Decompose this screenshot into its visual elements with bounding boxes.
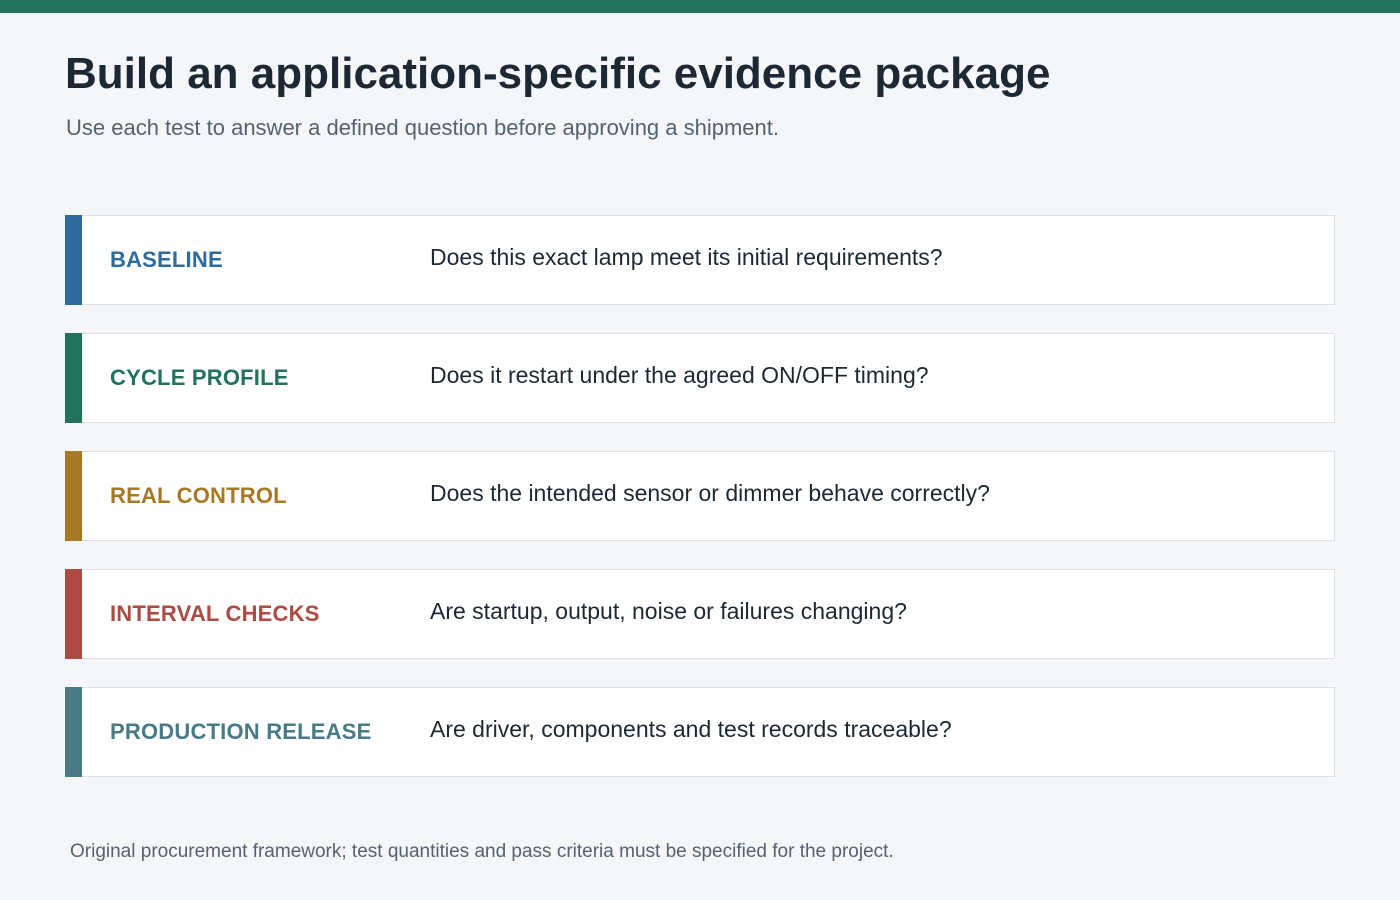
stage-card-baseline: BASELINE Does this exact lamp meet its i… [65, 215, 1335, 305]
stage-question: Are startup, output, noise or failures c… [430, 598, 907, 624]
stage-card-interval-checks: INTERVAL CHECKS Are startup, output, noi… [65, 569, 1335, 659]
stage-card-cycle-profile: CYCLE PROFILE Does it restart under the … [65, 333, 1335, 423]
stage-accent-bar [65, 451, 82, 541]
stage-question: Does the intended sensor or dimmer behav… [430, 480, 990, 506]
footnote: Original procurement framework; test qua… [70, 841, 894, 862]
page-title: Build an application-specific evidence p… [65, 49, 1051, 98]
stage-label: PRODUCTION RELEASE [110, 719, 372, 744]
stage-label: BASELINE [110, 247, 223, 272]
stage-label: INTERVAL CHECKS [110, 601, 320, 626]
page-subtitle: Use each test to answer a defined questi… [66, 115, 780, 140]
stage-accent-bar [65, 569, 82, 659]
stage-accent-bar [65, 215, 82, 305]
top-accent-bar [0, 0, 1400, 13]
stage-question: Does this exact lamp meet its initial re… [430, 244, 943, 270]
stage-question: Are driver, components and test records … [430, 716, 952, 742]
stage-accent-bar [65, 687, 82, 777]
stage-card-real-control: REAL CONTROL Does the intended sensor or… [65, 451, 1335, 541]
stage-card-production-release: PRODUCTION RELEASE Are driver, component… [65, 687, 1335, 777]
stage-label: CYCLE PROFILE [110, 365, 289, 390]
stage-question: Does it restart under the agreed ON/OFF … [430, 362, 929, 388]
stage-label: REAL CONTROL [110, 483, 287, 508]
stage-accent-bar [65, 333, 82, 423]
